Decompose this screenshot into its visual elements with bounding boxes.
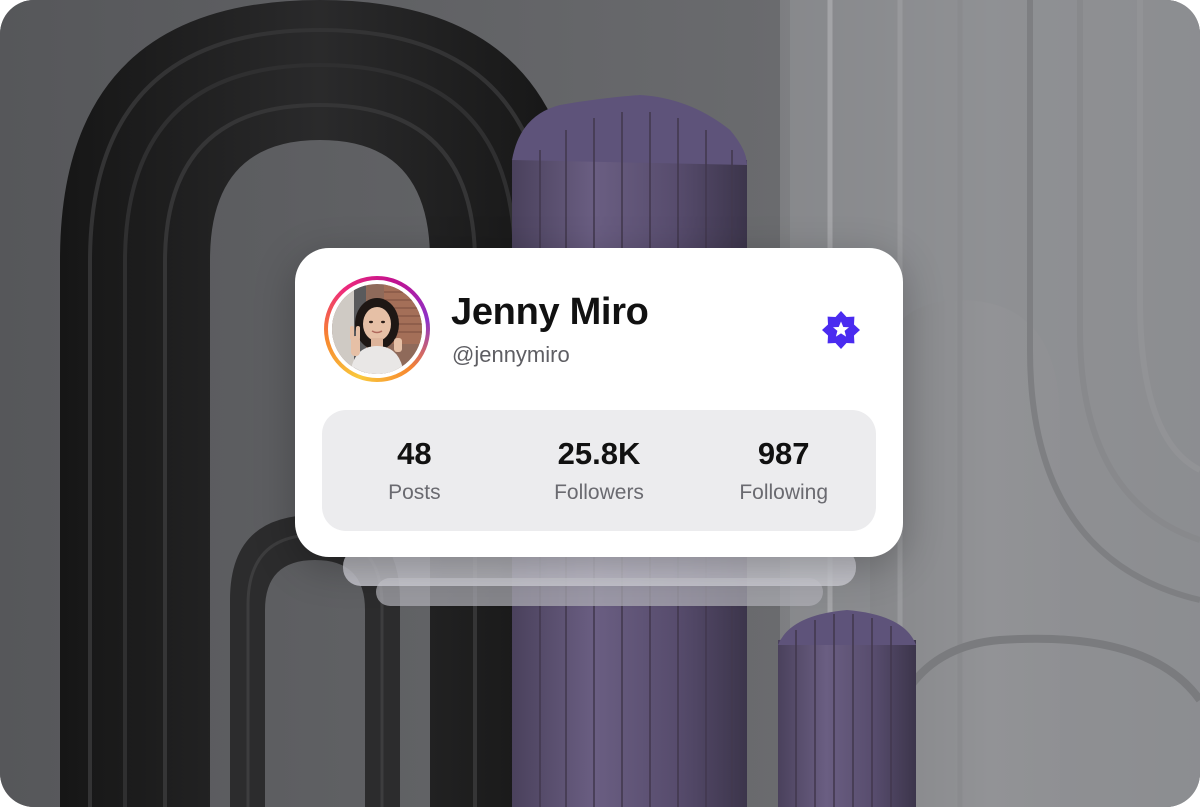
profile-name: Jenny Miro	[451, 291, 649, 333]
profile-card[interactable]: Jenny Miro @jennymiro 48 Posts 25.8K Fol…	[295, 248, 903, 557]
profile-handle[interactable]: @jennymiro	[452, 340, 570, 370]
stat-label: Following	[739, 481, 829, 504]
stat-followers[interactable]: 25.8K Followers	[507, 410, 692, 531]
profile-card-scene: Jenny Miro @jennymiro 48 Posts 25.8K Fol…	[0, 0, 1200, 807]
avatar-story-ring[interactable]	[324, 276, 430, 382]
stat-value: 25.8K	[557, 436, 641, 471]
stat-value: 987	[757, 436, 810, 471]
stat-posts[interactable]: 48 Posts	[322, 410, 507, 531]
stat-label: Followers	[554, 481, 644, 504]
avatar[interactable]	[332, 284, 422, 374]
stats-panel: 48 Posts 25.8K Followers 987 Following	[322, 410, 876, 531]
stat-value: 48	[397, 436, 432, 471]
stat-following[interactable]: 987 Following	[691, 410, 876, 531]
verified-badge-icon	[821, 310, 861, 350]
avatar-photo	[332, 284, 422, 374]
avatar-border	[328, 280, 426, 378]
stat-label: Posts	[388, 481, 441, 504]
